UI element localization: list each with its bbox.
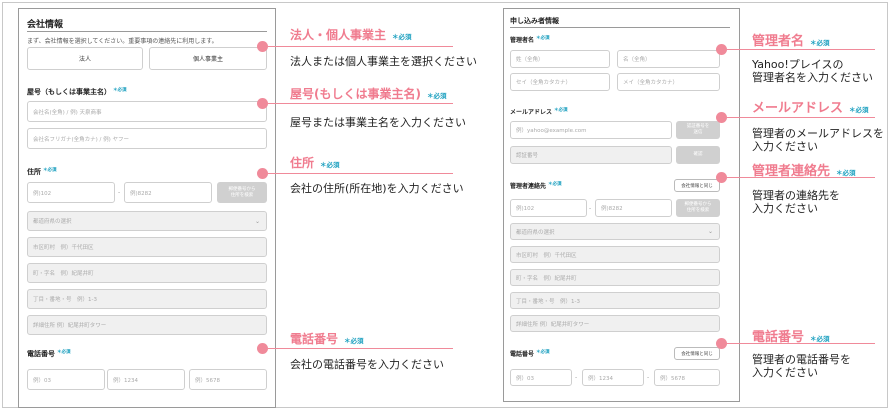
zip-dash: - <box>118 189 121 196</box>
email-input[interactable]: 例）yahoo@example.com <box>510 121 672 139</box>
annotation-dot <box>257 98 268 109</box>
manager-phone-third-input[interactable]: 例）5678 <box>654 369 720 386</box>
contact-prefecture-select[interactable]: 都道府県の選択 ⌄ <box>510 223 720 240</box>
annotation-line <box>268 46 453 47</box>
chevron-down-icon: ⌄ <box>254 217 260 225</box>
verification-code-input[interactable]: 認証番号 <box>510 146 672 164</box>
shop-name-label: 屋号（もしくは事業主名） ＊必須 <box>27 88 127 96</box>
building-input[interactable]: 詳細住所 例）紀尾井町タワー <box>27 315 267 335</box>
email-label: メールアドレス ＊必須 <box>510 108 568 116</box>
annotation-line <box>727 49 875 50</box>
zip-first-input[interactable]: 例)102 <box>27 182 115 203</box>
phone-same-as-company-button[interactable]: 会社情報と同じ <box>674 347 720 360</box>
annotation-line <box>727 117 875 118</box>
annotation-dot <box>257 168 268 179</box>
title-underline <box>510 27 730 28</box>
town-input[interactable]: 町・字名 例）紀尾井町 <box>27 263 267 283</box>
phone-dash: - <box>575 374 578 381</box>
first-name-input[interactable]: 名（全角） <box>617 50 720 68</box>
annotation-manager-desc1: Yahoo!プレイスの <box>752 58 844 71</box>
panel-title: 会社情報 <box>27 20 64 30</box>
phone-third-input[interactable]: 例）5678 <box>189 369 267 390</box>
annotation-email-desc1: 管理者のメールアドレスを <box>752 127 884 140</box>
annotation-phone-desc: 会社の電話番号を入力ください <box>290 358 444 371</box>
chevron-down-icon: ⌄ <box>707 228 713 235</box>
phone-second-input[interactable]: 例）1234 <box>107 369 185 390</box>
manager-phone-second-input[interactable]: 例）1234 <box>582 369 644 386</box>
company-info-panel: 会社情報 まず、会社情報を選択してください。重要事項の連絡先に利用します。 法人… <box>18 8 276 408</box>
company-name-input[interactable]: 会社名(全角) / 例) 天泉商事 <box>27 101 267 122</box>
contact-zip-second-input[interactable]: 例)8282 <box>595 199 672 217</box>
annotation-manager-phone-desc2: 入力ください <box>752 366 818 379</box>
contact-zip-search-button[interactable]: 郵便番号から 住所を検索 <box>676 199 720 217</box>
confirm-button[interactable]: 確認 <box>676 146 720 164</box>
annotation-contact-desc1: 管理者の連絡先を <box>752 189 840 202</box>
annotation-manager-desc2: 管理者名を入力ください <box>752 71 873 84</box>
zip-second-input[interactable]: 例)8282 <box>124 182 212 203</box>
manager-name-label: 管理者名 ＊必須 <box>510 36 550 44</box>
same-as-company-button[interactable]: 会社情報と同じ <box>674 179 720 192</box>
annotation-dot <box>716 44 727 55</box>
zip-search-button[interactable]: 郵便番号から 住所を検索 <box>217 182 267 203</box>
annotation-line <box>268 103 453 104</box>
last-name-kana-input[interactable]: セイ（全角カタカナ） <box>510 73 610 91</box>
address-label: 住所 ＊必須 <box>27 168 57 176</box>
annotation-contact-desc2: 入力ください <box>752 202 818 215</box>
panel-title: 申し込み者情報 <box>510 17 559 25</box>
city-input[interactable]: 市区町村 例）千代田区 <box>27 237 267 257</box>
annotation-line <box>268 348 453 349</box>
annotation-dot <box>716 172 727 183</box>
annotation-corp-desc: 法人または個人事業主を選択ください <box>290 55 477 68</box>
annotation-email-title: メールアドレス ＊必須 <box>752 101 869 116</box>
annotation-dot <box>257 343 268 354</box>
title-underline <box>27 31 267 32</box>
applicant-info-panel: 申し込み者情報 管理者名 ＊必須 姓（全角） 名（全角） セイ（全角カタカナ） メ… <box>503 8 740 402</box>
contact-town-input[interactable]: 町・字名 例）紀尾井町 <box>510 269 720 286</box>
annotation-shop-desc: 屋号または事業主名を入力ください <box>290 116 466 129</box>
contact-city-input[interactable]: 市区町村 例）千代田区 <box>510 246 720 263</box>
annotation-manager-title: 管理者名 ＊必須 <box>752 34 830 49</box>
annotation-dot <box>716 112 727 123</box>
phone-first-input[interactable]: 例）03 <box>27 369 105 390</box>
manager-contact-label: 管理者連絡先 ＊必須 <box>510 182 562 190</box>
manager-phone-label: 電話番号 ＊必須 <box>510 350 550 358</box>
phone-dash: - <box>647 374 650 381</box>
annotation-address-title: 住所 ＊必須 <box>290 156 340 170</box>
corporation-toggle[interactable]: 法人 <box>27 47 143 70</box>
annotation-email-desc2: 入力ください <box>752 140 818 153</box>
prefecture-select[interactable]: 都道府県の選択 ⌄ <box>27 211 267 231</box>
block-input[interactable]: 丁目・番地・号 例）1-3 <box>27 289 267 309</box>
zip-dash: - <box>589 205 592 212</box>
phone-label: 電話番号 ＊必須 <box>27 350 71 358</box>
annotation-shop-title: 屋号(もしくは事業主名) ＊必須 <box>290 87 447 101</box>
last-name-input[interactable]: 姓（全角） <box>510 50 610 68</box>
annotation-address-desc: 会社の住所(所在地)を入力ください <box>290 182 464 195</box>
annotation-phone-title: 電話番号 ＊必須 <box>290 332 364 346</box>
annotation-dot <box>257 41 268 52</box>
contact-block-input[interactable]: 丁目・番地・号 例）1-3 <box>510 292 720 309</box>
company-kana-input[interactable]: 会社名フリガナ(全角カナ) / 例) ヤフー <box>27 128 267 149</box>
contact-zip-first-input[interactable]: 例)102 <box>510 199 587 217</box>
annotation-manager-phone-title: 電話番号 ＊必須 <box>752 330 830 345</box>
sole-proprietor-toggle[interactable]: 個人事業主 <box>149 47 267 70</box>
annotation-line <box>268 173 453 174</box>
annotation-corp-title: 法人・個人事業主 ＊必須 <box>290 28 412 42</box>
annotation-contact-title: 管理者連絡先 ＊必須 <box>752 164 856 179</box>
manager-phone-first-input[interactable]: 例）03 <box>510 369 572 386</box>
contact-building-input[interactable]: 詳細住所 例）紀尾井町タワー <box>510 315 720 332</box>
send-code-button[interactable]: 認証番号を 送信 <box>676 121 720 139</box>
annotation-dot <box>716 338 727 349</box>
intro-text: まず、会社情報を選択してください。重要事項の連絡先に利用します。 <box>27 38 218 45</box>
annotation-manager-phone-desc1: 管理者の電話番号を <box>752 353 851 366</box>
first-name-kana-input[interactable]: メイ（全角カタカナ） <box>617 73 720 91</box>
